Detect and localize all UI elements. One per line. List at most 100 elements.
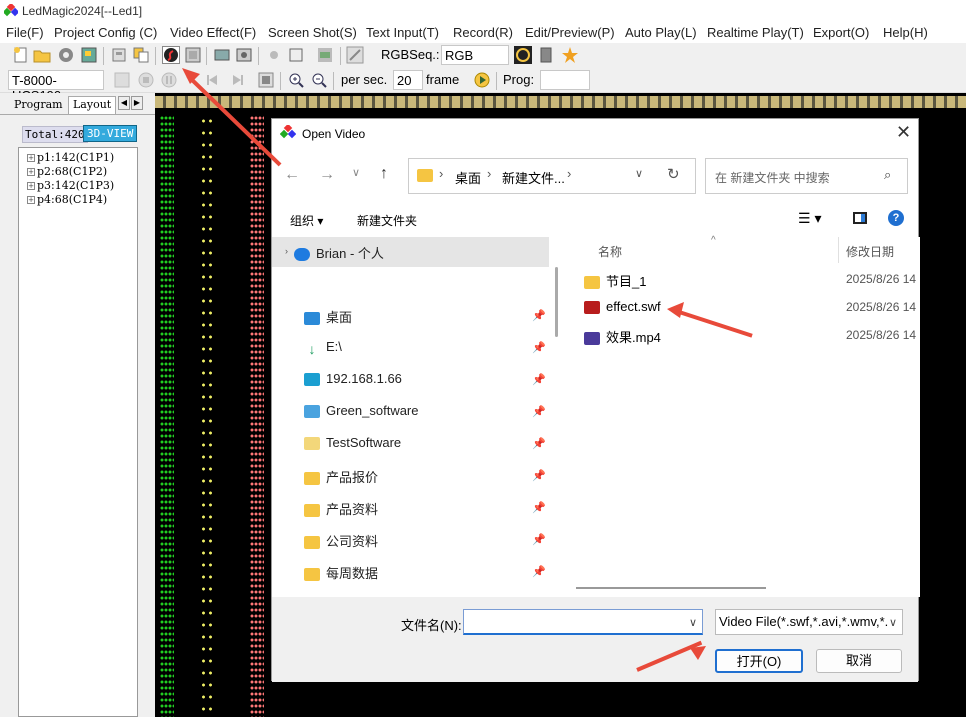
preview-pane-icon[interactable] [853,212,867,224]
tree-item[interactable]: + p4:68(C1P4) [27,193,107,206]
column-name[interactable]: 名称 [598,243,622,260]
file-type-dropdown-icon[interactable]: ∨ [889,616,898,629]
menu-text-input[interactable]: Text Input(T) [366,25,439,40]
menu-auto-play[interactable]: Auto Play(L) [625,25,697,40]
wand-icon[interactable] [346,46,364,64]
menu-export[interactable]: Export(O) [813,25,869,40]
nav-item-green-software[interactable]: Green_software [304,403,419,419]
menu-record[interactable]: Record(R) [453,25,513,40]
menu-project-config[interactable]: Project Config (C) [54,25,157,40]
stop-icon[interactable] [137,71,155,89]
nav-item-weekly-data[interactable]: 每周数据 [304,563,378,582]
file-row[interactable]: effect.swf 2025/8/26 14 [584,299,924,321]
layer-icon[interactable] [110,46,128,64]
nav-item-company-info[interactable]: 公司资料 [304,531,378,550]
tree-item[interactable]: + p2:68(C1P2) [27,165,107,178]
zoom-in-icon[interactable] [287,71,305,89]
video-frame-icon[interactable] [184,46,202,64]
nav-item-product-info[interactable]: 产品资料 [304,499,378,518]
menu-edit-preview[interactable]: Edit/Preview(P) [525,25,615,40]
help-icon[interactable]: ? [888,210,904,226]
star-icon[interactable] [561,46,579,64]
pin-icon[interactable]: 📌 [532,373,546,386]
copy-icon[interactable] [132,46,150,64]
filename-dropdown-icon[interactable]: ∨ [689,616,697,629]
tab-layout[interactable]: Layout [68,96,117,114]
pin-icon[interactable]: 📌 [532,501,546,514]
pin-icon[interactable]: 📌 [532,533,546,546]
column-date[interactable]: 修改日期 [846,243,894,260]
skip-start-icon[interactable] [203,71,221,89]
prog-field[interactable] [540,70,590,90]
new-folder-button[interactable]: 新建文件夹 [357,212,417,229]
play-clock-icon[interactable] [473,71,491,89]
organize-button[interactable]: 组织 ▾ [290,212,323,229]
file-row[interactable]: 效果.mp4 2025/8/26 14 [584,327,924,349]
forward-arrow-icon[interactable]: → [319,166,335,184]
expand-icon[interactable]: + [27,196,35,204]
back-arrow-icon[interactable]: ← [284,166,300,184]
pin-icon[interactable]: 📌 [532,309,546,322]
new-file-icon[interactable] [12,46,30,64]
recent-dropdown-icon[interactable]: ∨ [352,166,360,179]
tab-scroll-right-icon[interactable]: ▶ [131,96,143,110]
nav-item-network[interactable]: 192.168.1.66 [304,371,402,387]
book-icon[interactable] [537,46,555,64]
rgbseq-field[interactable]: RGB [441,45,509,65]
address-dropdown-icon[interactable]: ∨ [635,167,643,180]
play-back-icon[interactable] [113,71,131,89]
file-row[interactable]: 节目_1 2025/8/26 14 [584,271,924,293]
menu-realtime-play[interactable]: Realtime Play(T) [707,25,804,40]
controller-select[interactable]: T-8000-UCS190 [8,70,104,103]
edit-text-icon[interactable] [316,46,334,64]
view-options-icon[interactable]: ☰ ▾ [798,210,821,227]
stop-square-icon[interactable] [287,46,305,64]
up-arrow-icon[interactable]: ↑ [380,165,388,183]
frame-box-icon[interactable] [257,71,275,89]
menu-file[interactable]: File(F) [6,25,44,40]
settings-gear-icon[interactable] [57,46,75,64]
nav-item-quotes[interactable]: 产品报价 [304,467,378,486]
nav-item-testsoftware[interactable]: TestSoftware [304,435,401,451]
breadcrumb-desktop[interactable]: 桌面 [455,168,481,187]
screenshot-icon[interactable] [213,46,231,64]
expand-icon[interactable]: + [27,168,35,176]
tree-item[interactable]: + p3:142(C1P3) [27,179,114,192]
nav-scrollbar[interactable] [555,267,558,337]
pin-icon[interactable]: 📌 [532,341,546,354]
pin-icon[interactable]: 📌 [532,437,546,450]
pin-icon[interactable]: 📌 [532,405,546,418]
image-icon[interactable] [80,46,98,64]
3d-view-button[interactable]: 3D-VIEW [83,125,138,142]
pin-icon[interactable]: 📌 [532,469,546,482]
pin-icon[interactable]: 📌 [532,565,546,578]
expand-chevron-icon[interactable]: › [285,246,288,256]
tab-scroll-left-icon[interactable]: ◀ [118,96,130,110]
record-dot-icon[interactable] [265,46,283,64]
file-type-select[interactable]: Video File(*.swf,*.avi,*.wmv,*. [715,609,903,635]
close-icon[interactable]: ✕ [896,122,911,143]
menu-video-effect[interactable]: Video Effect(F) [170,25,256,40]
open-folder-icon[interactable] [33,46,51,64]
cancel-button[interactable]: 取消 [816,649,902,673]
zoom-out-icon[interactable] [310,71,328,89]
fps-input[interactable]: 20 [393,70,423,90]
refresh-icon[interactable]: ↻ [667,165,680,183]
color-circle-icon[interactable] [514,46,532,64]
breadcrumb-new-folder[interactable]: 新建文件... [502,168,565,187]
flash-video-button[interactable] [162,46,180,64]
menu-screen-shot[interactable]: Screen Shot(S) [268,25,357,40]
nav-item-desktop[interactable]: 桌面 [304,307,352,326]
pause-icon[interactable] [160,71,178,89]
expand-icon[interactable]: + [27,182,35,190]
file-list-hscroll[interactable] [576,587,766,589]
address-bar[interactable]: › 桌面 › 新建文件... › ∨ ↻ [408,158,696,194]
tab-program[interactable]: Program [14,98,63,111]
search-box[interactable]: 在 新建文件夹 中搜索 ⌕ [705,158,908,194]
filename-input[interactable] [463,609,703,635]
expand-icon[interactable]: + [27,154,35,162]
nav-item-e-drive[interactable]: ↓ E:\ [304,339,342,357]
menu-help[interactable]: Help(H) [883,25,928,40]
tree-item[interactable]: + p1:142(C1P1) [27,151,114,164]
nav-item-onedrive[interactable]: Brian - 个人 [294,243,384,262]
